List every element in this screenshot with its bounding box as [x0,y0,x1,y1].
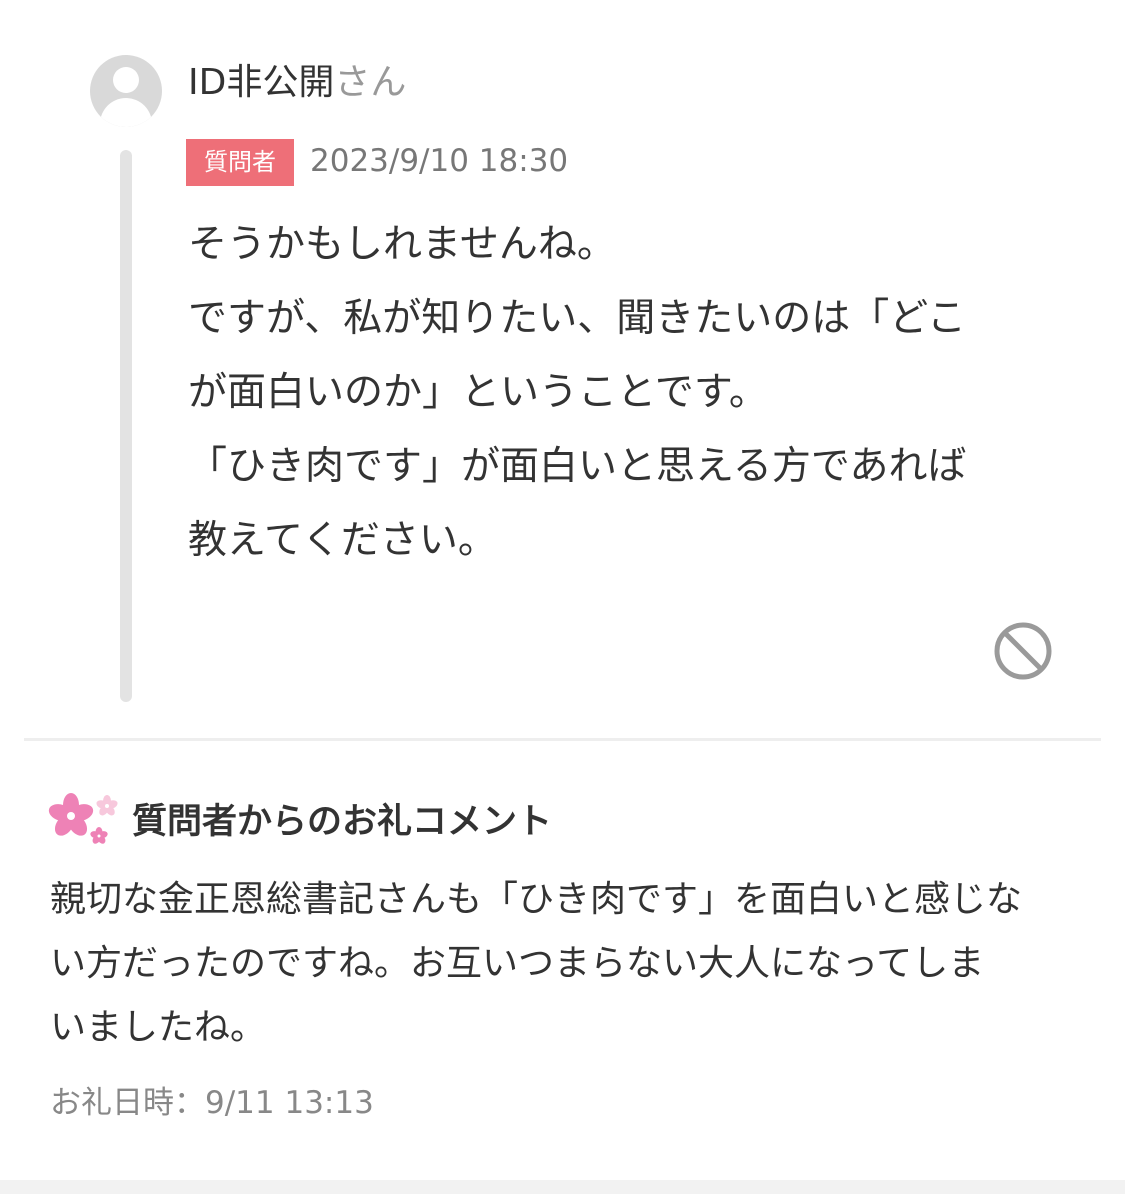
reply-body-line: そうかもしれませんね。 [188,222,616,267]
user-line: ID非公開さん [188,58,406,108]
thanks-body-line: い方だったのですね。お互いつまらない大人になってしま [50,943,985,984]
avatar[interactable] [90,55,162,127]
thanks-body-line: いましたね。 [50,1007,267,1048]
avatar-body-shape [100,98,152,127]
thanks-body-line: 親切な金正恩総書記さんも「ひき肉です」を面白いと感じな [50,879,1023,920]
block-icon[interactable] [992,620,1054,682]
thanks-date: お礼日時：9/11 13:13 [50,1085,374,1121]
sakura-icon [48,793,118,844]
reply-body: そうかもしれませんね。 ですが、私が知りたい、聞きたいのは「どこ が面白いのか」… [188,208,1088,578]
avatar-head-shape [113,67,139,93]
user-name[interactable]: ID非公開 [188,62,334,103]
reply-body-line: が面白いのか」ということです。 [188,370,768,415]
reply-body-line: 教えてください。 [188,518,497,563]
user-suffix: さん [334,62,407,103]
questioner-badge: 質問者 [186,139,294,186]
thanks-body: 親切な金正恩総書記さんも「ひき肉です」を面白いと感じな い方だったのですね。お互… [50,868,1100,1060]
reply-body-line: ですが、私が知りたい、聞きたいのは「どこ [188,296,967,341]
answer-reply: ID非公開さん 質問者 2023/9/10 18:30 そうかもしれませんね。 で… [0,0,1125,740]
meta-row: 質問者 2023/9/10 18:30 [186,139,568,186]
reply-timestamp: 2023/9/10 18:30 [310,143,569,179]
bottom-bar [0,1180,1125,1194]
reply-body-line: 「ひき肉です」が面白いと思える方であれば [188,444,967,489]
thanks-heading: 質問者からのお礼コメント [132,802,553,842]
divider [24,738,1101,741]
thread-line [120,150,132,702]
